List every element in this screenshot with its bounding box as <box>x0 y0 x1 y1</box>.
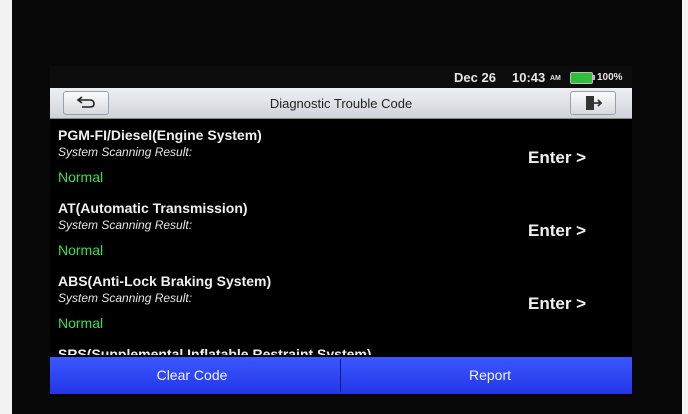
enter-button[interactable]: Enter > <box>528 148 586 168</box>
scan-status: Normal <box>58 169 104 185</box>
status-date: Dec 26 <box>454 70 496 85</box>
bottom-bar-divider <box>340 359 341 392</box>
title-bar: Diagnostic Trouble Code <box>50 88 632 119</box>
system-item-engine[interactable]: PGM-FI/Diesel(Engine System) System Scan… <box>50 119 632 191</box>
battery-icon <box>570 72 593 84</box>
enter-button[interactable]: Enter > <box>528 221 586 241</box>
scan-status: Normal <box>58 315 104 331</box>
battery-percent: 100% <box>597 72 623 83</box>
device-screen: Dec 26 10:43 AM 100% Diagnostic Trouble … <box>50 66 632 396</box>
system-name: AT(Automatic Transmission) <box>58 200 248 216</box>
device-bezel-edge-right <box>682 0 688 414</box>
scan-result-label: System Scanning Result: <box>58 218 193 232</box>
status-ampm: AM <box>550 75 561 82</box>
system-name: SRS(Supplemental Inflatable Restraint Sy… <box>58 346 372 355</box>
scan-result-label: System Scanning Result: <box>58 145 193 159</box>
scan-status: Normal <box>58 242 104 258</box>
system-item-srs[interactable]: SRS(Supplemental Inflatable Restraint Sy… <box>50 338 632 355</box>
clear-code-button[interactable]: Clear Code <box>50 357 340 394</box>
exit-icon <box>586 96 603 110</box>
page-title: Diagnostic Trouble Code <box>269 96 413 111</box>
exit-button[interactable] <box>570 91 616 115</box>
system-item-abs[interactable]: ABS(Anti-Lock Braking System) System Sca… <box>50 265 632 337</box>
report-button[interactable]: Report <box>342 357 632 394</box>
device-bezel-edge <box>0 0 12 414</box>
status-bar: Dec 26 10:43 AM 100% <box>50 66 632 88</box>
system-name: ABS(Anti-Lock Braking System) <box>58 273 272 289</box>
system-list: PGM-FI/Diesel(Engine System) System Scan… <box>50 119 632 355</box>
bottom-action-bar: Clear Code Report <box>50 357 632 394</box>
battery-tip <box>593 75 595 80</box>
status-time: 10:43 <box>512 70 546 85</box>
system-name: PGM-FI/Diesel(Engine System) <box>58 127 262 143</box>
system-item-transmission[interactable]: AT(Automatic Transmission) System Scanni… <box>50 192 632 264</box>
scan-result-label: System Scanning Result: <box>58 291 193 305</box>
enter-button[interactable]: Enter > <box>528 294 586 314</box>
